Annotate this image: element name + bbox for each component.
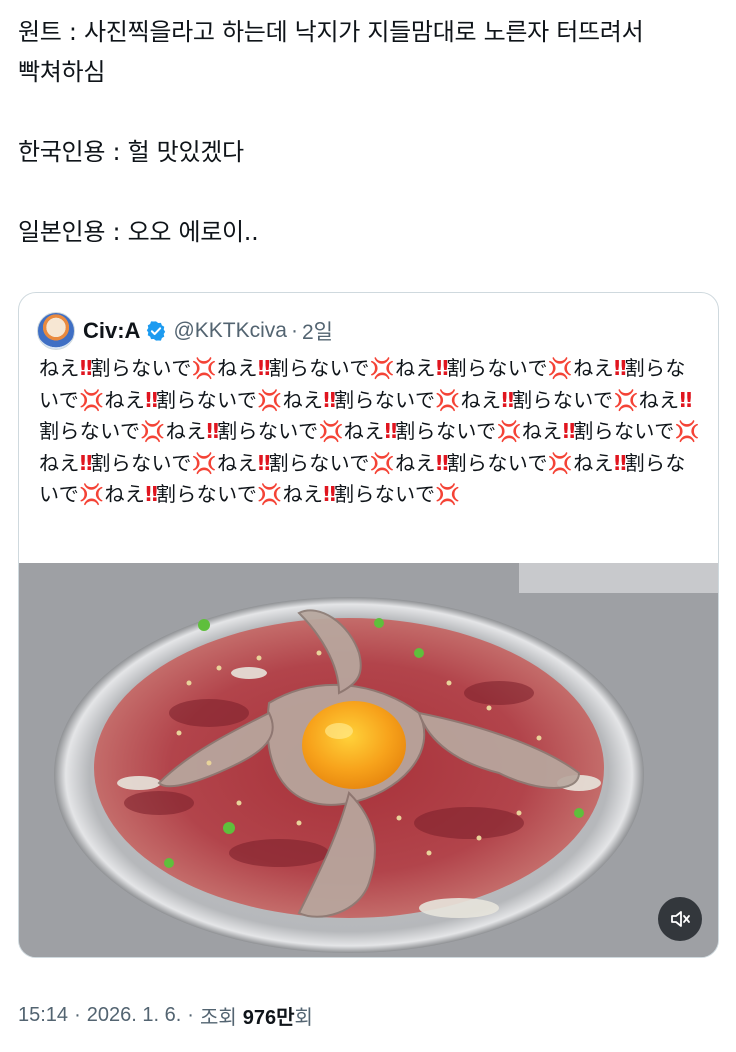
mute-toggle-button[interactable]: [658, 897, 702, 941]
double-exclamation-icon: ‼: [501, 387, 513, 412]
quote-text-segment: 割らないで: [333, 387, 436, 412]
quote-text-segment: 割らないで: [39, 419, 141, 443]
header-separator: ·: [290, 319, 298, 342]
quoted-tweet[interactable]: Civ:A @KKTKciva · 2일 ねえ‼割らないで💢ねえ‼割らないで💢ね…: [18, 292, 719, 958]
anger-symbol-icon: 💢: [79, 482, 105, 506]
quote-text-segment: 割らないで: [90, 450, 192, 475]
post-line: 빡쳐하심: [18, 58, 106, 86]
double-exclamation-icon: ‼: [206, 419, 219, 443]
author-handle[interactable]: @KKTKciva: [173, 319, 287, 343]
double-exclamation-icon: ‼: [614, 356, 626, 380]
double-exclamation-icon: ‼: [257, 450, 270, 475]
anger-symbol-icon: 💢: [674, 419, 700, 443]
quote-text-segment: ねえ: [39, 450, 80, 475]
quote-text-segment: ねえ: [104, 387, 146, 412]
quote-text-segment: ねえ: [217, 356, 258, 380]
anger-symbol-icon: 💢: [140, 419, 166, 443]
views-count[interactable]: 976만: [243, 1001, 295, 1030]
post-line: 한국인용 : 헐 맛있겠다: [18, 138, 244, 166]
post-date[interactable]: 2026. 1. 6.: [87, 1004, 182, 1027]
post-age[interactable]: 2일: [302, 316, 333, 346]
quote-text-segment: ねえ: [395, 450, 436, 475]
double-exclamation-icon: ‼: [679, 387, 692, 412]
verified-badge-icon: [147, 321, 166, 341]
double-exclamation-icon: ‼: [79, 450, 92, 475]
post-text: 원트 : 사진찍을라고 하는데 낙지가 지들맘대로 노른자 터뜨려서 빡쳐하심 …: [18, 12, 718, 252]
post-time[interactable]: 15:14: [18, 1004, 68, 1027]
double-exclamation-icon: ‼: [79, 356, 92, 380]
anger-symbol-icon: 💢: [191, 356, 218, 380]
video-player[interactable]: [19, 563, 718, 957]
anger-symbol-icon: 💢: [435, 482, 461, 506]
anger-symbol-icon: 💢: [318, 419, 344, 443]
quote-text-segment: ねえ: [39, 356, 80, 380]
quote-text-segment: 割らないで: [155, 482, 258, 506]
double-exclamation-icon: ‼: [145, 387, 157, 412]
anger-symbol-icon: 💢: [257, 387, 283, 412]
post-line: 원트 : 사진찍을라고 하는데 낙지가 지들맘대로 노른자 터뜨려서: [18, 18, 644, 46]
views-label: 조회: [199, 1006, 237, 1029]
muted-speaker-icon: [671, 911, 690, 927]
double-exclamation-icon: ‼: [323, 387, 335, 412]
quote-text-segment: 割らないで: [90, 356, 192, 380]
double-exclamation-icon: ‼: [562, 419, 575, 443]
quote-text-segment: ねえ: [104, 482, 146, 506]
quote-text-segment: ねえ: [573, 450, 615, 475]
quote-text-segment: ねえ: [573, 356, 615, 380]
quote-text-segment: ねえ: [638, 387, 680, 412]
double-exclamation-icon: ‼: [323, 482, 335, 506]
quote-text-segment: 割らないで: [217, 419, 319, 443]
quote-text-segment: ねえ: [343, 419, 385, 443]
double-exclamation-icon: ‼: [257, 356, 270, 380]
quote-text-segment: ねえ: [282, 387, 324, 412]
quote-text-segment: ねえ: [521, 419, 563, 443]
anger-symbol-icon: 💢: [369, 356, 396, 380]
author-name[interactable]: Civ:A: [83, 318, 140, 344]
quote-text-segment: ねえ: [165, 419, 207, 443]
double-exclamation-icon: ‼: [614, 450, 626, 475]
post-line: 일본인용 : 오오 에로이..: [18, 218, 259, 246]
quote-text-segment: 割らないで: [395, 419, 497, 443]
anger-symbol-icon: 💢: [547, 356, 574, 380]
anger-symbol-icon: 💢: [435, 387, 461, 412]
food-video-frame: [19, 563, 718, 957]
quote-text-segment: 割らないで: [268, 450, 370, 475]
quote-text-segment: ねえ: [282, 482, 324, 506]
post-meta: 15:14 · 2026. 1. 6. · 조회 976만 회: [18, 1000, 313, 1030]
anger-symbol-icon: 💢: [191, 450, 218, 475]
views-suffix: 회: [294, 1006, 313, 1029]
anger-symbol-icon: 💢: [257, 482, 283, 506]
anger-symbol-icon: 💢: [496, 419, 522, 443]
quote-text-segment: ねえ: [460, 387, 502, 412]
quote-text-segment: 割らないで: [446, 450, 548, 475]
double-exclamation-icon: ‼: [435, 450, 448, 475]
quote-text-segment: 割らないで: [446, 356, 548, 380]
quote-text-segment: 割らないで: [268, 356, 370, 380]
quote-text-segment: ねえ: [395, 356, 436, 380]
double-exclamation-icon: ‼: [384, 419, 397, 443]
double-exclamation-icon: ‼: [145, 482, 157, 506]
anger-symbol-icon: 💢: [613, 387, 639, 412]
quote-text-segment: 割らないで: [155, 387, 258, 412]
meta-separator: ·: [74, 1003, 81, 1026]
quote-text-segment: 割らないで: [573, 419, 675, 443]
double-exclamation-icon: ‼: [435, 356, 448, 380]
quote-text-segment: 割らないで: [512, 387, 614, 412]
anger-symbol-icon: 💢: [547, 450, 574, 475]
quote-text-segment: ねえ: [217, 450, 258, 475]
avatar[interactable]: [37, 312, 75, 350]
meta-separator: ·: [187, 1003, 194, 1026]
anger-symbol-icon: 💢: [369, 450, 396, 475]
quote-text-segment: 割らないで: [333, 482, 436, 506]
quoted-tweet-text: ねえ‼割らないで💢ねえ‼割らないで💢ねえ‼割らないで💢ねえ‼割らないで💢ねえ‼割…: [39, 353, 703, 511]
anger-symbol-icon: 💢: [79, 387, 105, 412]
quoted-tweet-header: Civ:A @KKTKciva · 2일: [37, 312, 333, 350]
